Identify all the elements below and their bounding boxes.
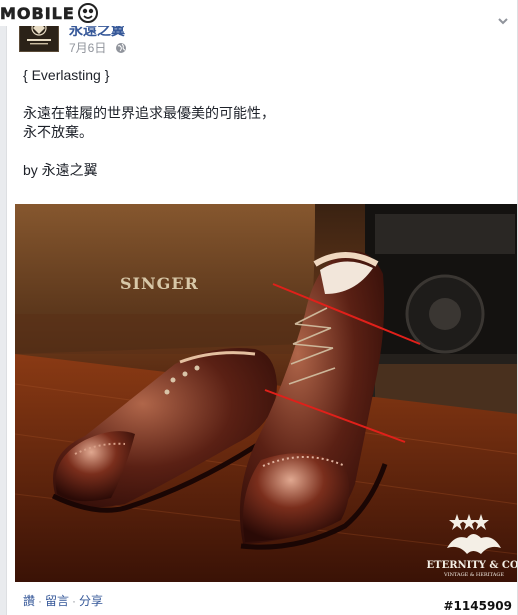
shoes-photo: SINGER ETERNITY & CO. VINTAGE & HERITAGE	[15, 204, 517, 582]
message-line: 永遠在鞋履的世界追求最優美的可能性，	[23, 105, 275, 121]
image-id-watermark: #1145909	[443, 599, 512, 613]
post-timestamp[interactable]: 7月6日	[69, 39, 127, 56]
svg-text:ETERNITY & CO.: ETERNITY & CO.	[427, 560, 517, 571]
site-watermark: MOBILE	[0, 0, 132, 26]
comment-link[interactable]: 留言	[45, 594, 69, 608]
separator: ·	[38, 594, 43, 608]
singer-sign: SINGER	[120, 274, 199, 293]
post-actions: 讚 · 留言 · 分享	[23, 592, 103, 609]
post-card: 永遠之翼 7月6日 { Everlasting } 永遠在鞋履的世界追求最優美的…	[6, 0, 518, 615]
watermark-text: MOBILE	[0, 3, 75, 23]
post-photo[interactable]: SINGER ETERNITY & CO. VINTAGE & HERITAGE	[15, 204, 517, 582]
message-title: { Everlasting }	[23, 67, 110, 83]
mascot-icon	[77, 3, 98, 23]
share-link[interactable]: 分享	[79, 594, 103, 608]
message-signature: by 永遠之翼	[23, 162, 98, 178]
chevron-down-icon[interactable]	[496, 14, 510, 28]
like-link[interactable]: 讚	[23, 594, 35, 608]
post-message: { Everlasting } 永遠在鞋履的世界追求最優美的可能性， 永不放棄。…	[23, 66, 503, 180]
svg-text:VINTAGE & HERITAGE: VINTAGE & HERITAGE	[443, 572, 504, 578]
date-text[interactable]: 7月6日	[69, 41, 106, 55]
separator: ·	[72, 594, 77, 608]
message-line: 永不放棄。	[23, 124, 93, 140]
globe-icon	[115, 43, 126, 53]
